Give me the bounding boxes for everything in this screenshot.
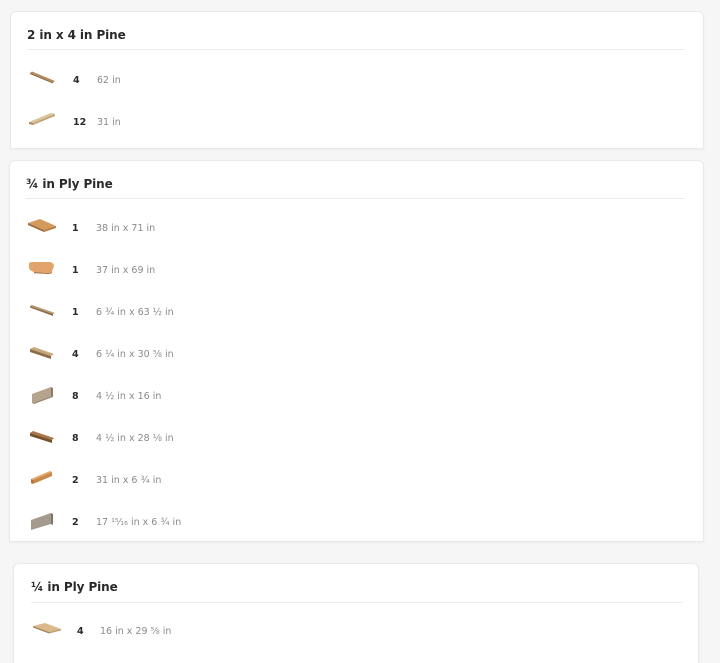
part-row: 2 17 ¹⁵⁄₁₆ in x 6 ¾ in <box>10 512 703 541</box>
part-row: 8 4 ½ in x 16 in <box>10 386 703 428</box>
group-title: ¾ in Ply Pine <box>26 177 113 191</box>
part-row: 1 6 ¾ in x 63 ½ in <box>10 302 703 344</box>
cutlist-group-quarter-ply-pine: ¼ in Ply Pine 4 16 in x 29 ⅝ in <box>13 563 699 663</box>
part-row: 1 38 in x 71 in <box>10 218 703 260</box>
part-quantity: 8 <box>72 433 79 444</box>
cutlist-group-2x4-pine: 2 in x 4 in Pine 4 62 in 12 31 in <box>10 11 704 149</box>
part-row: 4 62 in <box>11 70 703 112</box>
grey-side-panel-icon <box>31 513 53 530</box>
thin-stick-icon <box>30 71 55 84</box>
orange-strip-icon <box>31 471 52 484</box>
part-row: 2 31 in x 6 ¾ in <box>10 470 703 512</box>
part-quantity: 12 <box>73 117 87 128</box>
part-dimensions: 6 ¾ in x 63 ½ in <box>96 307 174 318</box>
part-dimensions: 31 in x 6 ¾ in <box>96 475 162 486</box>
part-quantity: 2 <box>72 475 79 486</box>
part-row: 8 4 ½ in x 28 ⅛ in <box>10 428 703 470</box>
group-divider <box>31 602 683 603</box>
short-side-panel-icon <box>32 387 53 404</box>
part-quantity: 4 <box>72 349 79 360</box>
part-quantity: 8 <box>72 391 79 402</box>
part-quantity: 4 <box>77 626 84 637</box>
part-row: 1 37 in x 69 in <box>10 260 703 302</box>
part-dimensions: 17 ¹⁵⁄₁₆ in x 6 ¾ in <box>96 517 182 528</box>
cutlist-group-three-quarter-ply-pine: ¾ in Ply Pine 1 38 in x 71 in 1 37 in x … <box>9 160 704 542</box>
part-row: 4 16 in x 29 ⅝ in <box>14 621 698 663</box>
flat-board-icon <box>29 113 55 125</box>
part-dimensions: 16 in x 29 ⅝ in <box>100 626 172 637</box>
part-quantity: 1 <box>72 223 79 234</box>
part-quantity: 4 <box>73 75 80 86</box>
narrow-strip-icon <box>30 347 54 359</box>
part-row: 12 31 in <box>11 112 703 148</box>
part-row: 4 6 ¼ in x 30 ⅝ in <box>10 344 703 386</box>
large-panel-icon <box>28 219 56 232</box>
group-title: 2 in x 4 in Pine <box>27 28 126 42</box>
part-dimensions: 62 in <box>97 75 121 86</box>
part-quantity: 2 <box>72 517 79 528</box>
part-dimensions: 4 ½ in x 28 ⅛ in <box>96 433 174 444</box>
part-dimensions: 37 in x 69 in <box>96 265 156 276</box>
part-dimensions: 4 ½ in x 16 in <box>96 391 162 402</box>
dark-strip-icon <box>30 431 54 443</box>
group-title: ¼ in Ply Pine <box>31 580 118 594</box>
part-dimensions: 38 in x 71 in <box>96 223 156 234</box>
thin-panel-icon <box>33 623 61 634</box>
rounded-panel-icon <box>29 262 54 274</box>
thin-strip-icon <box>30 305 55 316</box>
part-quantity: 1 <box>72 307 79 318</box>
group-divider <box>26 198 685 199</box>
part-dimensions: 31 in <box>97 117 121 128</box>
part-quantity: 1 <box>72 265 79 276</box>
group-divider <box>27 49 685 50</box>
part-dimensions: 6 ¼ in x 30 ⅝ in <box>96 349 174 360</box>
